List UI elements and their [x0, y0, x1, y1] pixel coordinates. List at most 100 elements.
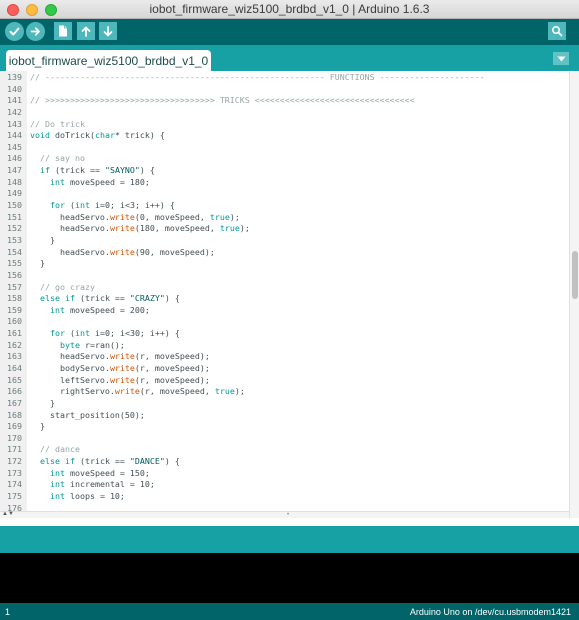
line-number: 140 — [7, 83, 22, 94]
code-token: moveSpeed = 200; — [64, 304, 150, 315]
line-number: 163 — [7, 351, 22, 362]
code-token: (trick == — [74, 293, 130, 304]
code-token: (0, moveSpeed, — [134, 211, 210, 222]
open-sketch-button[interactable] — [77, 22, 95, 40]
serial-monitor-button[interactable] — [548, 22, 566, 40]
code-line[interactable]: 164 bodyServo.write(r, moveSpeed); — [0, 363, 569, 375]
line-number: 167 — [7, 397, 22, 408]
code-token: int — [49, 304, 65, 315]
line-number: 139 — [7, 72, 22, 82]
title-bar[interactable]: iobot_firmware_wiz5100_brdbd_v1_0 | Ardu… — [0, 0, 579, 19]
line-number: 164 — [7, 363, 22, 373]
code-line[interactable]: 152 headServo.write(180, moveSpeed, true… — [0, 223, 569, 235]
tab-sketch[interactable]: iobot_firmware_wiz5100_brdbd_v1_0 — [6, 50, 211, 71]
code-token: headServo. — [30, 211, 110, 222]
toolbar — [0, 19, 579, 45]
line-number: 141 — [7, 95, 22, 106]
code-line[interactable]: 146 // say no — [0, 153, 569, 165]
code-line[interactable]: 167 } — [0, 398, 569, 410]
code-token: start_position(50); — [30, 409, 145, 420]
code-token: moveSpeed = 180; — [64, 176, 150, 187]
code-line[interactable]: 150 for (int i=0; i<3; i++) { — [0, 200, 569, 212]
code-line[interactable]: 166 rightServo.write(r, moveSpeed, true)… — [0, 386, 569, 398]
horizontal-scrollbar[interactable]: ▲▼ • — [0, 511, 569, 518]
code-token: headServo. — [30, 223, 110, 234]
code-line[interactable]: 163 headServo.write(r, moveSpeed); — [0, 351, 569, 363]
code-line[interactable]: 140 — [0, 84, 569, 96]
code-token: write — [109, 223, 135, 234]
code-line[interactable]: 155 } — [0, 258, 569, 270]
line-number-indicator: 1 — [5, 607, 11, 617]
scroll-arrows-icon[interactable]: ▲▼ — [2, 511, 14, 518]
save-sketch-button[interactable] — [99, 22, 117, 40]
code-line[interactable]: 143 // Do trick — [0, 119, 569, 131]
line-number: 165 — [7, 374, 22, 385]
vertical-scrollbar[interactable] — [569, 71, 579, 518]
footer-bar: 1 Arduino Uno on /dev/cu.usbmodem1421 — [0, 603, 579, 620]
code-token: ) { — [164, 456, 180, 467]
code-line[interactable]: 172 else if (trick == "DANCE") { — [0, 456, 569, 468]
code-line[interactable]: 173 int moveSpeed = 150; — [0, 468, 569, 480]
code-line[interactable]: 153 } — [0, 235, 569, 247]
new-sketch-button[interactable] — [54, 22, 72, 40]
line-number: 166 — [7, 386, 22, 397]
code-token: write — [114, 386, 140, 397]
editor-console-divider[interactable] — [0, 518, 579, 526]
code-token: moveSpeed = 150; — [64, 467, 150, 478]
magnifier-icon — [551, 25, 563, 37]
arrow-right-icon — [30, 27, 40, 36]
line-number: 143 — [7, 118, 22, 129]
code-line[interactable]: 144 void doTrick(char* trick) { — [0, 130, 569, 142]
code-token: ); — [234, 386, 245, 397]
code-line[interactable]: 145 — [0, 142, 569, 154]
code-line[interactable]: 148 int moveSpeed = 180; — [0, 177, 569, 189]
code-line[interactable]: 156 — [0, 270, 569, 282]
code-line[interactable]: 169 } — [0, 421, 569, 433]
code-line[interactable]: 142 — [0, 107, 569, 119]
code-token: (180, moveSpeed, — [134, 223, 220, 234]
tab-menu-button[interactable] — [553, 52, 569, 65]
code-line[interactable]: 157 // go crazy — [0, 282, 569, 294]
code-line[interactable]: 154 headServo.write(90, moveSpeed); — [0, 247, 569, 259]
code-line[interactable]: 176 — [0, 503, 569, 511]
code-line[interactable]: 151 headServo.write(0, moveSpeed, true); — [0, 212, 569, 224]
code-line[interactable]: 168 start_position(50); — [0, 410, 569, 422]
code-line[interactable]: 162 byte r=ran(); — [0, 340, 569, 352]
code-line[interactable]: 139 // ----------------------------------… — [0, 72, 569, 84]
board-port-label: Arduino Uno on /dev/cu.usbmodem1421 — [409, 607, 571, 617]
code-token: (r, moveSpeed); — [134, 351, 210, 362]
code-token: for — [49, 328, 65, 339]
code-line[interactable]: 158 else if (trick == "CRAZY") { — [0, 293, 569, 305]
code-line[interactable]: 174 int incremental = 10; — [0, 479, 569, 491]
code-line[interactable]: 147 if (trick == "SAYNO") { — [0, 165, 569, 177]
line-number: 170 — [7, 432, 22, 443]
console-output[interactable] — [0, 553, 579, 603]
code-token: else if — [40, 293, 75, 304]
vertical-scroll-thumb[interactable] — [572, 250, 578, 299]
code-token: true — [214, 386, 235, 397]
line-number: 154 — [7, 246, 22, 257]
code-line[interactable]: 159 int moveSpeed = 200; — [0, 305, 569, 317]
upload-button[interactable] — [26, 22, 45, 41]
code-line[interactable]: 175 int loops = 10; — [0, 491, 569, 503]
code-line[interactable]: 161 for (int i=0; i<30; i++) { — [0, 328, 569, 340]
line-number: 148 — [7, 176, 22, 187]
code-line[interactable]: 171 // dance — [0, 444, 569, 456]
code-token: for — [49, 200, 65, 211]
code-editor[interactable]: 139 // ----------------------------------… — [0, 71, 569, 511]
line-number: 157 — [7, 281, 22, 292]
code-line[interactable]: 170 — [0, 433, 569, 445]
code-token: // >>>>>>>>>>>>>>>>>>>>>>>>>>>>>>>>>> TR… — [30, 95, 415, 106]
verify-button[interactable] — [5, 22, 24, 41]
code-line[interactable]: 141 // >>>>>>>>>>>>>>>>>>>>>>>>>>>>>>>>>>… — [0, 95, 569, 107]
code-token: int — [74, 328, 90, 339]
code-token: (trick == — [74, 456, 130, 467]
code-line[interactable]: 149 — [0, 188, 569, 200]
code-line[interactable]: 165 leftServo.write(r, moveSpeed); — [0, 375, 569, 387]
code-line[interactable]: 160 — [0, 316, 569, 328]
line-number: 161 — [7, 328, 22, 339]
